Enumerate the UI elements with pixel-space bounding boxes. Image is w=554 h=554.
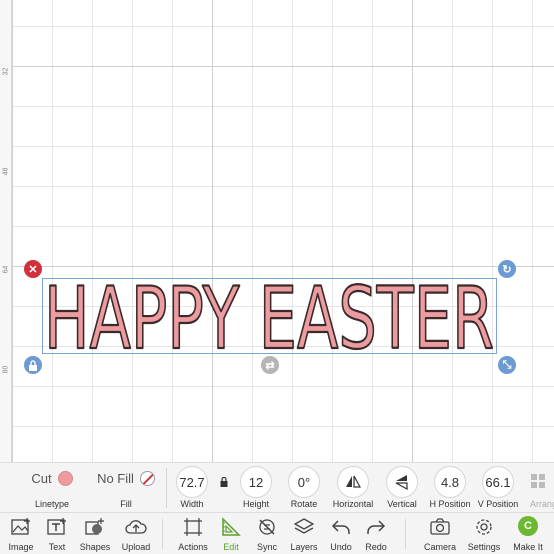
arrange-icon (530, 473, 546, 494)
toolbar-divider (162, 519, 163, 549)
make-it-label: Make It (513, 542, 543, 552)
text-icon (47, 518, 66, 535)
fill-label: Fill (120, 499, 132, 509)
canvas-major-grid (0, 0, 554, 462)
rotate-input[interactable]: 0° (288, 466, 320, 498)
settings-button[interactable]: Settings (463, 513, 505, 554)
aspect-lock-icon[interactable] (220, 476, 228, 490)
camera-icon (430, 518, 450, 535)
scale-handle-icon[interactable]: ⤡ (498, 356, 516, 374)
image-icon (11, 518, 30, 535)
shapes-icon (85, 518, 104, 535)
edit-toolbar: Cut Linetype No Fill Fill 72.7 Width 12 … (0, 462, 554, 512)
make-it-icon: C (518, 516, 538, 536)
lock-handle-icon[interactable] (24, 356, 42, 374)
toolbar-divider (166, 468, 167, 508)
linetype-value: Cut (31, 471, 52, 486)
toolbar-divider (405, 519, 406, 549)
flip-handle-icon[interactable]: ⇄ (261, 356, 279, 374)
width-control[interactable]: 72.7 Width (172, 463, 212, 513)
vertical-ruler: 32 48 64 80 96 (0, 0, 12, 462)
vertical-label: Vertical (387, 499, 417, 509)
redo-arrow-icon (367, 520, 386, 534)
linetype-label: Linetype (34, 499, 70, 509)
linetype-color-swatch-icon (57, 471, 73, 486)
flip-vertical-icon (386, 466, 418, 498)
rotate-label: Rotate (290, 499, 318, 509)
height-label: Height (242, 499, 269, 509)
ruler-mark: 80 (2, 365, 10, 374)
redo-button[interactable]: Redo (355, 513, 397, 554)
flip-vertical-button[interactable]: Vertical (380, 463, 424, 513)
camera-button[interactable]: Camera (419, 513, 461, 554)
sync-icon (259, 519, 275, 535)
v-position-control[interactable]: 66.1 V Position (476, 463, 520, 513)
actions-icon (184, 518, 202, 536)
fill-value: No Fill (97, 471, 134, 486)
upload-button[interactable]: Upload (115, 513, 157, 554)
horizontal-label: Horizontal (332, 499, 374, 509)
fill-control[interactable]: No Fill Fill (90, 463, 162, 513)
layers-icon (293, 518, 315, 534)
h-position-label: H Position (429, 499, 471, 509)
width-input[interactable]: 72.7 (176, 466, 208, 498)
h-position-input[interactable]: 4.8 (434, 466, 466, 498)
h-position-control[interactable]: 4.8 H Position (428, 463, 472, 513)
height-control[interactable]: 12 Height (236, 463, 276, 513)
make-it-button[interactable]: C Make It (507, 513, 549, 554)
rotate-handle-icon[interactable]: ↻ (498, 260, 516, 278)
arrange-label: Arrange (530, 499, 554, 509)
upload-cloud-icon (125, 520, 147, 534)
redo-label: Redo (365, 542, 387, 552)
main-toolbar: Image Text Shapes Upload Actions Edit Sy… (0, 512, 554, 554)
flip-horizontal-button[interactable]: Horizontal (326, 463, 380, 513)
v-position-input[interactable]: 66.1 (482, 466, 514, 498)
edit-ruler-icon (222, 517, 241, 536)
selection-box (42, 278, 497, 354)
no-fill-icon (139, 471, 155, 486)
ruler-mark: 48 (2, 167, 10, 176)
upload-label: Upload (121, 542, 151, 552)
ruler-mark: 32 (2, 67, 10, 76)
flip-horizontal-icon (337, 466, 369, 498)
height-input[interactable]: 12 (240, 466, 272, 498)
design-canvas[interactable]: 32 48 64 80 96 HAPPY EASTER ✕ ↻ ⤡ ⇄ (0, 0, 554, 462)
ruler-mark: 64 (2, 265, 10, 274)
gear-icon (476, 519, 492, 535)
width-label: Width (180, 499, 204, 509)
arrange-control[interactable]: Arrange (526, 463, 554, 513)
v-position-label: V Position (477, 499, 519, 509)
linetype-control[interactable]: Cut Linetype (22, 463, 82, 513)
delete-handle-icon[interactable]: ✕ (24, 260, 42, 278)
undo-arrow-icon (331, 520, 350, 534)
rotate-control[interactable]: 0° Rotate (284, 463, 324, 513)
